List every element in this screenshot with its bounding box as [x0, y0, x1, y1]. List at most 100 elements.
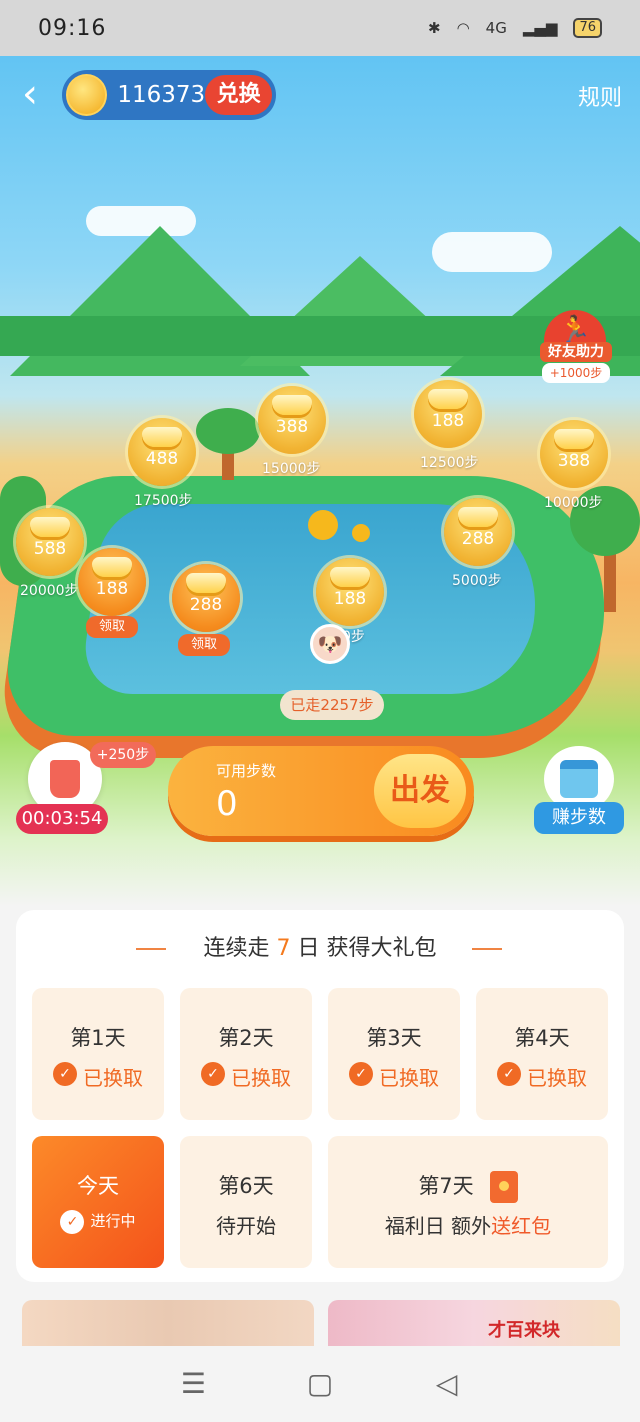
- bubble-step: 17500步: [134, 493, 193, 509]
- signal-icon: ▂▄▆: [522, 19, 558, 37]
- day-title: 第7天: [328, 1170, 608, 1203]
- day-title: 今天: [77, 1174, 119, 1198]
- coin-balance: 116373: [117, 82, 206, 108]
- streak-title-prefix: 连续走: [203, 936, 270, 961]
- claim-button[interactable]: 领取: [178, 634, 230, 656]
- gold-ingot-icon: [30, 517, 70, 537]
- available-steps-label: 可用步数: [216, 762, 277, 780]
- reward-bubble[interactable]: 488: [128, 418, 196, 486]
- day-card-4[interactable]: 第4天 ✓ 已换取: [476, 988, 608, 1120]
- battery-icon: 76: [573, 18, 602, 38]
- bubble-step: 20000步: [20, 583, 79, 599]
- countdown-timer: 00:03:54: [16, 804, 108, 834]
- day-card-6[interactable]: 第6天 待开始: [180, 1136, 312, 1268]
- bubble-value: 188: [333, 589, 367, 609]
- check-icon: ✓: [349, 1062, 373, 1086]
- back-nav-icon[interactable]: ◁: [430, 1367, 464, 1401]
- bubble-step: 15000步: [262, 461, 321, 477]
- claim-button[interactable]: 领取: [86, 616, 138, 638]
- day-status: 待开始: [216, 1214, 276, 1238]
- promo-banner-right[interactable]: 才百来块: [328, 1300, 620, 1346]
- promo-text: 才百来块: [488, 1320, 560, 1341]
- earn-steps-button[interactable]: 赚步数: [534, 742, 624, 838]
- gold-ingot-icon: [142, 427, 182, 447]
- available-steps-panel: 可用步数 0 出发: [168, 746, 474, 836]
- timed-bonus-steps: +250步: [90, 742, 156, 768]
- day-title: 第2天: [218, 1026, 274, 1050]
- bubble-value: 188: [431, 411, 465, 431]
- day-status: ✓ 进行中: [32, 1210, 164, 1234]
- walked-steps-tag: 已走2257步: [280, 690, 384, 720]
- day-card-1[interactable]: 第1天 ✓ 已换取: [32, 988, 164, 1120]
- back-button[interactable]: ‹: [22, 74, 56, 116]
- status-bar: 09:16 ✱ ◠ 4G ▂▄▆ 76: [0, 0, 640, 56]
- day-title: 第3天: [366, 1026, 422, 1050]
- signal-label: 4G: [485, 19, 507, 37]
- gold-ingot-icon: [458, 507, 498, 527]
- bubble-value: 188: [95, 579, 129, 599]
- home-icon[interactable]: ▢: [303, 1367, 337, 1401]
- day-status: ✓ 已换取: [328, 1062, 460, 1091]
- exchange-button[interactable]: 兑换: [205, 75, 272, 115]
- status-time: 09:16: [38, 15, 107, 41]
- friend-help-button[interactable]: 🏃 好友助力 +1000步: [540, 310, 612, 386]
- tree: [196, 408, 260, 454]
- bubble-value: 388: [557, 451, 591, 471]
- streak-title-days: 7: [276, 936, 291, 961]
- player-avatar: 🐶: [310, 624, 350, 664]
- check-icon: ✓: [497, 1062, 521, 1086]
- gold-ingot-icon: [186, 573, 226, 593]
- gold-ingot-icon: [428, 389, 468, 409]
- rules-link[interactable]: 规则: [578, 80, 622, 112]
- reward-bubble[interactable]: 188: [78, 548, 146, 616]
- bubble-value: 588: [33, 539, 67, 559]
- reward-bubble[interactable]: 388: [258, 386, 326, 454]
- gold-ingot-icon: [554, 429, 594, 449]
- reward-bubble[interactable]: 188: [414, 380, 482, 448]
- day-title: 第6天: [218, 1174, 274, 1198]
- gold-ingot-icon: [330, 567, 370, 587]
- red-envelope-icon: [489, 1171, 518, 1203]
- duck: [308, 510, 338, 540]
- day-card-3[interactable]: 第3天 ✓ 已换取: [328, 988, 460, 1120]
- reward-bubble[interactable]: 588: [16, 508, 84, 576]
- day-status: ✓ 已换取: [476, 1062, 608, 1091]
- gold-ingot-icon: [272, 395, 312, 415]
- streak-card: 连续走 7 日 获得大礼包 第1天 ✓ 已换取 第2天 ✓ 已换取 第3天 ✓ 已换取…: [16, 910, 624, 1282]
- reward-bubble[interactable]: 188: [316, 558, 384, 626]
- menu-icon[interactable]: ☰: [176, 1367, 210, 1401]
- check-icon: ✓: [201, 1062, 225, 1086]
- day-card-today[interactable]: 今天 ✓ 进行中: [32, 1136, 164, 1268]
- day-card-2[interactable]: 第2天 ✓ 已换取: [180, 988, 312, 1120]
- go-button[interactable]: 出发: [374, 754, 466, 828]
- gold-ingot-icon: [92, 557, 132, 577]
- day-status: 福利日 额外送红包: [384, 1214, 552, 1238]
- duck: [352, 524, 370, 542]
- bubble-value: 488: [145, 449, 179, 469]
- timed-bonus[interactable]: +250步 00:03:54: [16, 742, 156, 838]
- bubble-step: 5000步: [452, 573, 502, 589]
- day-card-7[interactable]: 第7天 福利日 额外送红包: [328, 1136, 608, 1268]
- bubble-value: 288: [189, 595, 223, 615]
- bubble-value: 288: [461, 529, 495, 549]
- earn-steps-label: 赚步数: [534, 802, 624, 834]
- reward-bubble[interactable]: 288: [172, 564, 240, 632]
- gold-coin-icon: [66, 74, 108, 116]
- bubble-step: 10000步: [544, 495, 603, 511]
- day-status: ✓ 已换取: [180, 1062, 312, 1091]
- bubble-value: 388: [275, 417, 309, 437]
- system-nav-bar: ☰ ▢ ◁: [0, 1346, 640, 1422]
- streak-title-suffix: 日 获得大礼包: [297, 936, 437, 961]
- available-steps-value: 0: [216, 784, 238, 824]
- status-icons: ✱ ◠ 4G ▂▄▆ 76: [428, 18, 602, 38]
- streak-title: 连续走 7 日 获得大礼包: [16, 930, 624, 962]
- promo-banner-left[interactable]: [22, 1300, 314, 1346]
- reward-bubble[interactable]: 388: [540, 420, 608, 488]
- day-title: 第4天: [514, 1026, 570, 1050]
- bluetooth-icon: ✱: [428, 19, 441, 37]
- day-title: 第1天: [70, 1026, 126, 1050]
- friend-help-label: 好友助力: [540, 342, 612, 362]
- reward-bubble[interactable]: 288: [444, 498, 512, 566]
- divider: [472, 948, 502, 950]
- check-icon: ✓: [60, 1210, 85, 1234]
